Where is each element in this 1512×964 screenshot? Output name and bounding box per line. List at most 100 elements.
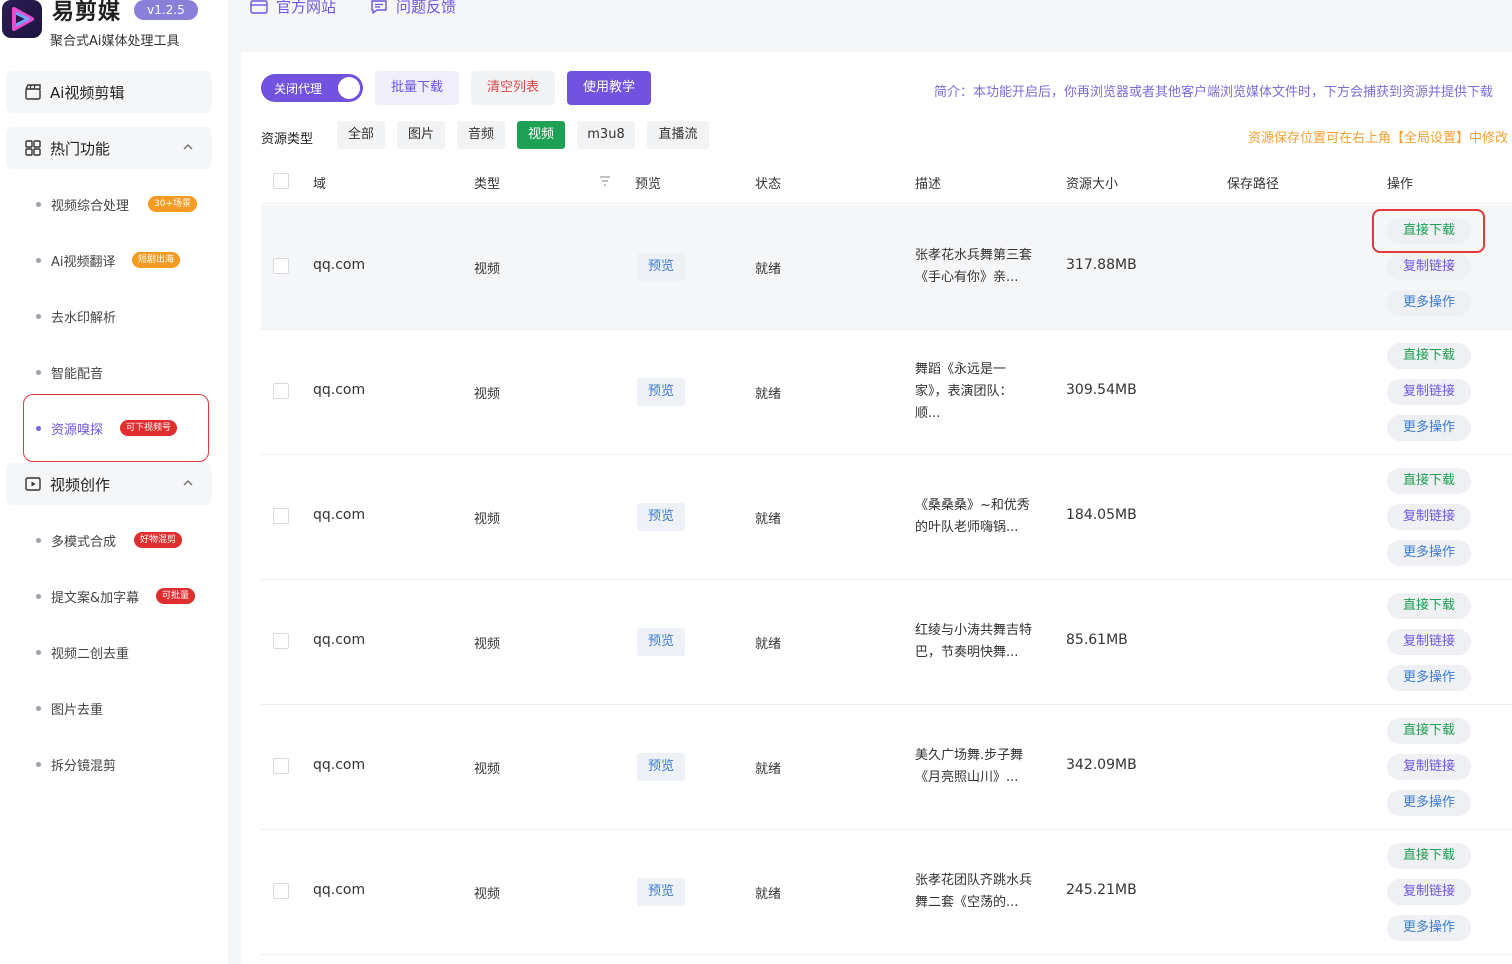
preview-button[interactable]: 预览 [637,753,685,781]
copy-link-button[interactable]: 复制链接 [1387,879,1471,905]
column-header-preview: 预览 [635,177,662,192]
table-row[interactable]: qq.com 视频 预览 就绪 张孝花水兵舞第三套 《手心有你》亲... 317… [261,205,1512,330]
batch-download-button[interactable]: 批量下载 [375,71,459,105]
row-domain: qq.com [313,257,366,273]
table-row[interactable]: qq.com 视频 预览 就绪 舞蹈《永远是一 家》，表演团队： 顺... 30… [261,330,1512,455]
grid-icon [25,140,41,156]
filter-icon[interactable] [598,174,612,188]
feature-tag: 好物混剪 [134,532,183,548]
feedback-link[interactable]: 问题反馈 [370,0,456,17]
preview-button[interactable]: 预览 [637,628,685,656]
sidebar-item-ai-video-translate[interactable]: Ai视频翻译 短剧出海 [30,240,210,280]
feature-tag: 短剧出海 [132,252,181,268]
row-domain: qq.com [313,882,366,898]
table-row[interactable]: qq.com 视频 预览 就绪 红绫与小涛共舞吉特 巴，节奏明快舞... 85.… [261,580,1512,705]
row-checkbox[interactable] [273,758,289,774]
row-description: 红绫与小涛共舞吉特 巴，节奏明快舞... [915,620,1055,664]
feature-tag: 30+场景 [148,196,197,212]
row-checkbox[interactable] [273,383,289,399]
tutorial-button[interactable]: 使用教学 [567,71,651,105]
row-type: 视频 [474,762,501,777]
app-logo [2,0,42,38]
sidebar-item-shot-split-mix[interactable]: 拆分镜混剪 [30,744,210,784]
sidebar-item-label: 图片去重 [51,703,104,718]
row-status: 就绪 [755,262,782,277]
row-checkbox[interactable] [273,883,289,899]
filter-all[interactable]: 全部 [337,121,385,149]
app-name: 易剪媒 [52,0,122,25]
sidebar-item-label: 提文案&加字幕 [51,591,140,606]
row-description: 张孝花团队齐跳水兵 舞二套《空荡的... [915,870,1055,914]
top-bar: 官方网站 问题反馈 [228,0,1512,38]
direct-download-button[interactable]: 直接下载 [1387,343,1471,369]
official-site-link[interactable]: 官方网站 [250,0,336,17]
filter-video[interactable]: 视频 [517,121,565,149]
proxy-toggle-label: 关闭代理 [274,82,323,96]
more-actions-button[interactable]: 更多操作 [1387,665,1471,691]
more-actions-button[interactable]: 更多操作 [1387,790,1471,816]
description-line: 《桑桑桑》~和优秀 [915,498,1030,513]
direct-download-button[interactable]: 直接下载 [1387,468,1471,494]
copy-link-button[interactable]: 复制链接 [1387,254,1471,280]
row-checkbox[interactable] [273,258,289,274]
more-actions-button[interactable]: 更多操作 [1387,290,1471,316]
select-all-checkbox[interactable] [273,173,289,189]
preview-button[interactable]: 预览 [637,503,685,531]
filter-live-stream[interactable]: 直播流 [647,121,709,149]
proxy-toggle[interactable]: 关闭代理 [261,74,363,102]
description-line: 红绫与小涛共舞吉特 [915,623,1033,638]
row-checkbox[interactable] [273,508,289,524]
row-status: 就绪 [755,887,782,902]
description-line: 舞蹈《永远是一 [915,362,1007,377]
logo-glyph-icon [12,7,34,31]
nav-ai-video-edit[interactable]: Ai视频剪辑 [6,71,212,113]
table-row[interactable]: qq.com 视频 预览 就绪 美久广场舞.步子舞 《月亮照山川》... 342… [261,705,1512,830]
sidebar-item-image-dedup[interactable]: 图片去重 [30,688,210,728]
sidebar-item-video-processing[interactable]: 视频综合处理 30+场景 [30,184,210,224]
nav-video-create[interactable]: 视频创作 [6,463,212,505]
filter-m3u8[interactable]: m3u8 [577,121,635,149]
preview-button[interactable]: 预览 [637,253,685,281]
filter-audio[interactable]: 音频 [457,121,505,149]
row-domain: qq.com [313,382,366,398]
more-actions-button[interactable]: 更多操作 [1387,415,1471,441]
direct-download-button[interactable]: 直接下载 [1387,718,1471,744]
direct-download-button[interactable]: 直接下载 [1387,843,1471,869]
copy-link-button[interactable]: 复制链接 [1387,754,1471,780]
more-actions-button[interactable]: 更多操作 [1387,915,1471,941]
chevron-up-icon[interactable] [182,477,194,489]
bullet-dot [36,706,41,711]
table-row[interactable]: qq.com 视频 预览 就绪 张孝花团队齐跳水兵 舞二套《空荡的... 245… [261,830,1512,955]
preview-button[interactable]: 预览 [637,378,685,406]
copy-link-button[interactable]: 复制链接 [1387,504,1471,530]
description-line: 家》，表演团队： [915,384,1013,399]
sidebar-item-multi-mode-compose[interactable]: 多模式合成 好物混剪 [30,520,210,560]
description-line: 张孝花团队齐跳水兵 [915,873,1033,888]
sidebar-item-video-dedup[interactable]: 视频二创去重 [30,632,210,672]
sidebar-item-watermark-removal[interactable]: 去水印解析 [30,296,210,336]
more-actions-button[interactable]: 更多操作 [1387,540,1471,566]
preview-button[interactable]: 预览 [637,878,685,906]
table-header: 域 类型 预览 状态 描述 资源大小 保存路径 操作 [261,160,1512,204]
clear-list-button[interactable]: 清空列表 [471,71,555,105]
sidebar-item-copy-subtitles[interactable]: 提文案&加字幕 可批量 [30,576,210,616]
nav-hot-features[interactable]: 热门功能 [6,127,212,169]
bullet-dot [36,650,41,655]
description-line: 美久广场舞.步子舞 [915,748,1024,763]
sidebar: 易剪媒 v1.2.5 聚合式Ai媒体处理工具 Ai视频剪辑 热门功能 视频综合处… [0,0,228,964]
column-header-status: 状态 [755,177,782,192]
sidebar-item-smart-dubbing[interactable]: 智能配音 [30,352,210,392]
row-checkbox[interactable] [273,633,289,649]
sidebar-item-label: 智能配音 [51,367,104,382]
toggle-knob [338,77,360,99]
chevron-up-icon[interactable] [182,141,194,153]
description-line: 张孝花水兵舞第三套 [915,248,1033,263]
direct-download-button[interactable]: 直接下载 [1387,593,1471,619]
message-icon [371,0,387,14]
copy-link-button[interactable]: 复制链接 [1387,379,1471,405]
feedback-label: 问题反馈 [396,0,457,16]
row-domain: qq.com [313,757,366,773]
filter-image[interactable]: 图片 [397,121,445,149]
copy-link-button[interactable]: 复制链接 [1387,629,1471,655]
table-row[interactable]: qq.com 视频 预览 就绪 《桑桑桑》~和优秀 的叶队老师嗨锅... 184… [261,455,1512,580]
